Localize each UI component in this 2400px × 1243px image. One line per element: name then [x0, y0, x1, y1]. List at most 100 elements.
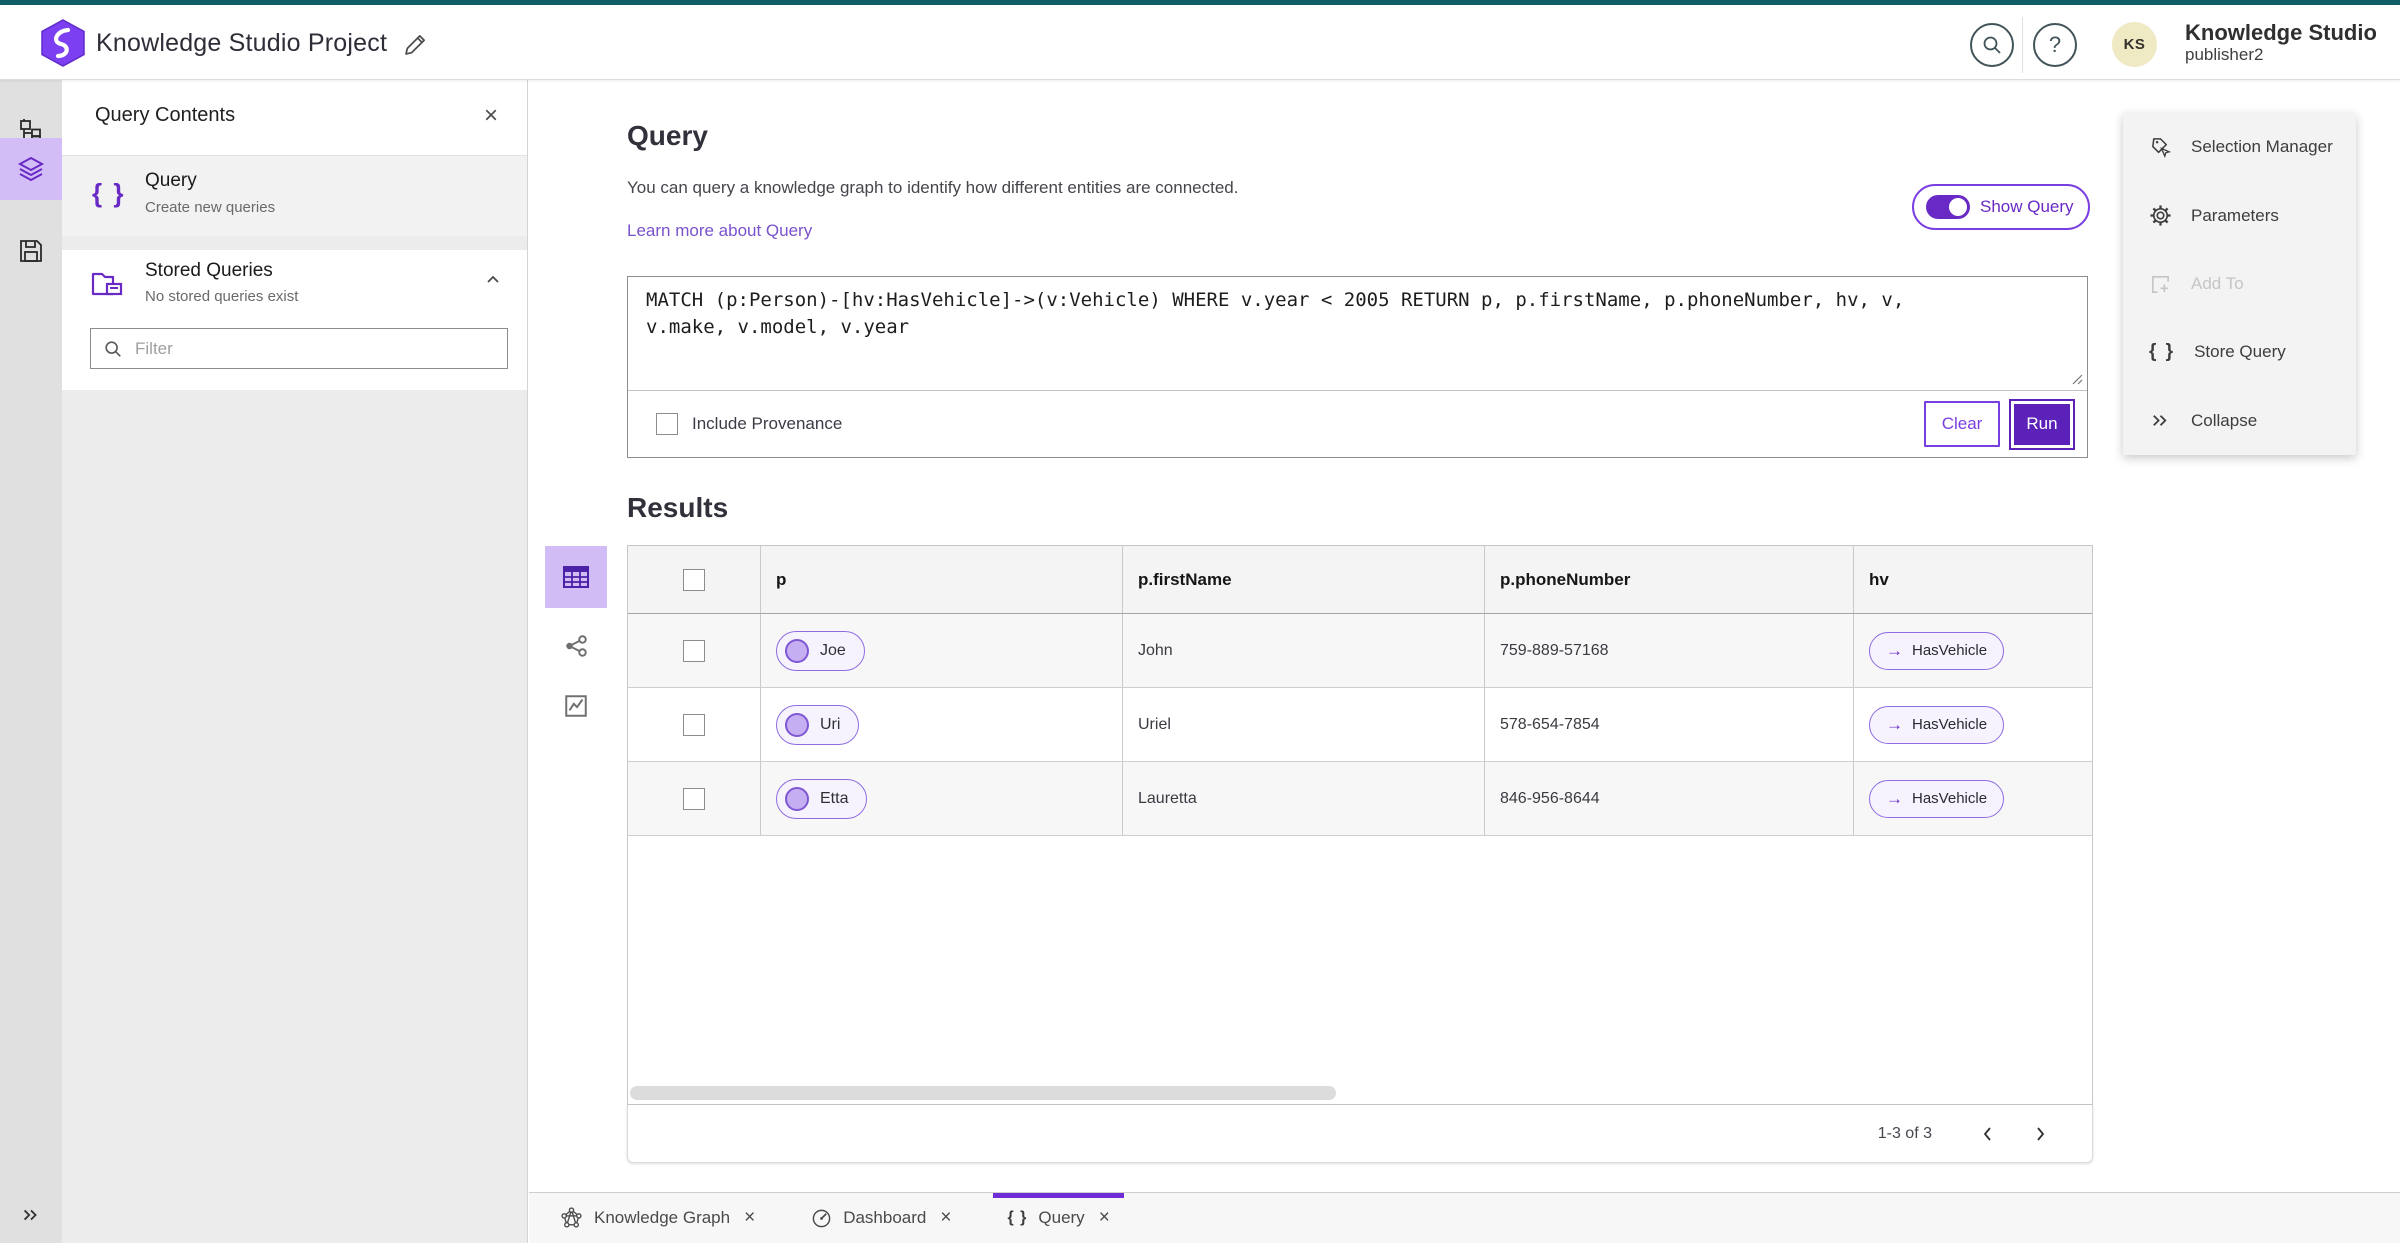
- page-description: You can query a knowledge graph to ident…: [627, 178, 1239, 197]
- column-header-hv[interactable]: hv: [1869, 570, 1889, 590]
- hasvehicle-edge-pill[interactable]: → HasVehicle: [1869, 631, 2005, 670]
- column-header-p[interactable]: p: [776, 570, 786, 590]
- query-contents-panel: Query Contents × { } Query Create new qu…: [62, 80, 528, 1243]
- table-row: Joe John 759-889-57168 → HasVehicle: [628, 614, 2092, 688]
- question-mark-icon: ?: [2048, 32, 2062, 57]
- stored-queries-filter-input[interactable]: Filter: [90, 328, 508, 369]
- person-node-pill[interactable]: Joe: [776, 630, 865, 671]
- curly-braces-icon: { }: [92, 178, 126, 208]
- knowledge-studio-logo-icon: [41, 19, 85, 67]
- avatar-initials: KS: [2123, 36, 2146, 53]
- row-checkbox[interactable]: [683, 713, 705, 736]
- previous-page-button[interactable]: [1962, 1110, 2014, 1158]
- select-all-checkbox[interactable]: [683, 568, 705, 591]
- account-info: Knowledge Studio publisher2: [2185, 20, 2377, 65]
- next-page-button[interactable]: [2014, 1110, 2066, 1158]
- store-query-item[interactable]: { } Store Query: [2123, 318, 2356, 386]
- table-header-row: p p.firstName p.phoneNumber hv: [628, 546, 2092, 614]
- firstname-cell: Lauretta: [1138, 789, 1197, 807]
- project-title: Knowledge Studio Project: [96, 29, 388, 57]
- top-bar: Knowledge Studio Project ? KS Knowledge …: [0, 5, 2400, 80]
- show-query-toggle[interactable]: Show Query: [1912, 184, 2090, 230]
- person-node-pill[interactable]: Uri: [776, 704, 860, 745]
- tab-knowledge-graph[interactable]: Knowledge Graph ×: [546, 1193, 769, 1243]
- menu-item-label: Selection Manager: [2191, 137, 2333, 157]
- row-checkbox[interactable]: [683, 639, 705, 662]
- search-icon: [1983, 36, 2001, 54]
- gear-icon: [2150, 205, 2171, 226]
- parameters-item[interactable]: Parameters: [2123, 181, 2356, 249]
- learn-more-link[interactable]: Learn more about Query: [627, 221, 812, 241]
- query-textarea[interactable]: MATCH (p:Person)-[hv:HasVehicle]->(v:Veh…: [628, 277, 2087, 390]
- dashboard-gauge-icon: [812, 1209, 831, 1227]
- horizontal-scrollbar[interactable]: [630, 1086, 1336, 1100]
- edit-title-icon[interactable]: [403, 31, 429, 57]
- save-icon: [20, 240, 42, 262]
- topbar-divider: [2022, 17, 2023, 73]
- edge-arrow-icon: →: [1886, 640, 1903, 660]
- column-header-phonenumber[interactable]: p.phoneNumber: [1500, 570, 1630, 590]
- save-nav-button[interactable]: [0, 220, 62, 282]
- panel-close-button[interactable]: ×: [473, 98, 509, 134]
- tab-label: Dashboard: [843, 1208, 927, 1227]
- toggle-switch-on: [1926, 195, 1970, 219]
- select-all-cell: [628, 546, 761, 613]
- menu-item-label: Store Query: [2194, 342, 2286, 362]
- double-chevron-right-icon: [2153, 415, 2167, 427]
- chart-view-icon: [565, 695, 587, 717]
- tab-close-icon[interactable]: ×: [744, 1207, 755, 1229]
- knowledge-graph-icon: [561, 1206, 582, 1228]
- collapse-section-chevron-up-icon[interactable]: [481, 268, 505, 292]
- share-graph-icon: [566, 635, 587, 657]
- query-card-footer: Include Provenance Clear Run: [628, 390, 2087, 458]
- main-content: Query You can query a knowledge graph to…: [529, 80, 2400, 1192]
- tab-close-icon[interactable]: ×: [1099, 1207, 1110, 1229]
- menu-item-label: Parameters: [2191, 205, 2279, 225]
- phone-cell: 578-654-7854: [1500, 715, 1600, 733]
- query-tools-panel: Selection Manager Parameters Add To {} …: [2123, 113, 2356, 455]
- tab-label: Knowledge Graph: [594, 1208, 731, 1227]
- graph-view-button[interactable]: [545, 615, 607, 677]
- table-view-button[interactable]: [545, 546, 607, 608]
- user-avatar[interactable]: KS: [2112, 22, 2157, 67]
- help-button[interactable]: ?: [2033, 23, 2077, 67]
- query-editor-card: MATCH (p:Person)-[hv:HasVehicle]->(v:Veh…: [627, 276, 2088, 458]
- query-layers-nav-button[interactable]: [0, 138, 62, 200]
- query-item-subtitle: Create new queries: [145, 199, 276, 216]
- column-header-firstname[interactable]: p.firstName: [1138, 570, 1232, 590]
- person-node-label: Etta: [820, 789, 849, 807]
- hasvehicle-edge-pill[interactable]: → HasVehicle: [1869, 705, 2005, 744]
- person-node-icon: [785, 786, 809, 811]
- query-item-title: Query: [145, 170, 197, 191]
- tab-dashboard[interactable]: Dashboard ×: [797, 1193, 965, 1243]
- sidebar-item-query[interactable]: { } Query Create new queries: [62, 156, 527, 236]
- curly-braces-icon: { }: [1007, 1209, 1028, 1226]
- double-chevron-right-icon: [23, 1209, 37, 1221]
- bottom-tab-bar: Knowledge Graph × Dashboard × { } Query …: [529, 1192, 2400, 1243]
- search-button[interactable]: [1970, 23, 2014, 67]
- user-name: publisher2: [2185, 45, 2264, 65]
- stored-queries-subtitle: No stored queries exist: [145, 288, 299, 305]
- toggle-label: Show Query: [1980, 197, 2074, 216]
- pagination-bar: 1-3 of 3: [627, 1105, 2093, 1163]
- add-to-icon: [2152, 275, 2169, 293]
- collapse-item[interactable]: Collapse: [2123, 387, 2356, 455]
- row-checkbox[interactable]: [683, 787, 705, 810]
- include-provenance-checkbox[interactable]: [656, 413, 678, 436]
- table-view-icon: [563, 566, 589, 588]
- chart-view-button[interactable]: [545, 675, 607, 737]
- resize-grip-icon[interactable]: [2071, 373, 2083, 385]
- selection-manager-item[interactable]: Selection Manager: [2123, 113, 2356, 181]
- pagination-range: 1-3 of 3: [1877, 1124, 1932, 1142]
- layers-icon: [17, 156, 45, 182]
- person-node-pill[interactable]: Etta: [776, 778, 868, 819]
- expand-rail-button[interactable]: [0, 1195, 62, 1235]
- tab-query[interactable]: { } Query ×: [993, 1193, 1123, 1243]
- tab-close-icon[interactable]: ×: [940, 1207, 951, 1229]
- run-button[interactable]: Run: [2009, 398, 2075, 450]
- clear-button[interactable]: Clear: [1924, 401, 2000, 448]
- firstname-cell: Uriel: [1138, 715, 1171, 733]
- tab-label: Query: [1038, 1208, 1085, 1227]
- hasvehicle-edge-pill[interactable]: → HasVehicle: [1869, 779, 2005, 818]
- menu-item-label: Collapse: [2191, 410, 2258, 430]
